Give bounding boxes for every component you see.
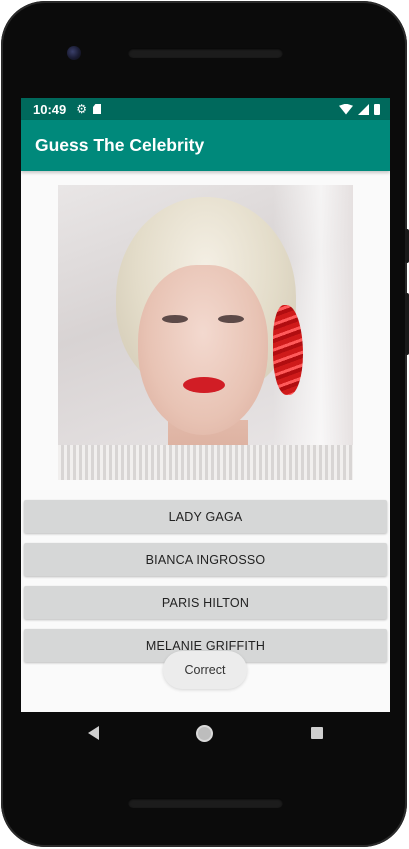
toast-message: Correct <box>163 651 247 689</box>
toast-text: Correct <box>184 663 226 677</box>
volume-button <box>405 293 409 355</box>
bottom-speaker <box>128 798 283 808</box>
back-icon[interactable] <box>87 726 99 740</box>
front-camera-icon <box>67 46 81 60</box>
app-bar: Guess The Celebrity <box>21 120 390 171</box>
answer-button-1[interactable]: LADY GAGA <box>24 500 387 533</box>
navigation-bar <box>21 712 390 754</box>
answer-button-3[interactable]: PARIS HILTON <box>24 586 387 619</box>
phone-frame: 10:49 ⚙ Guess The Celebrity LADY GAGA BI… <box>1 1 409 847</box>
wifi-icon <box>339 103 353 115</box>
screen: 10:49 ⚙ Guess The Celebrity LADY GAGA BI… <box>21 98 390 712</box>
photo-face <box>138 265 268 435</box>
home-icon[interactable] <box>196 724 214 742</box>
photo-eye-left <box>162 315 188 323</box>
signal-icon <box>358 103 369 115</box>
recents-icon[interactable] <box>311 727 324 739</box>
status-time: 10:49 <box>33 101 67 117</box>
answer-button-2[interactable]: BIANCA INGROSSO <box>24 543 387 576</box>
settings-icon: ⚙ <box>76 102 88 116</box>
app-title: Guess The Celebrity <box>35 135 205 155</box>
sd-card-icon <box>93 104 102 114</box>
photo-eye-right <box>218 315 244 323</box>
celebrity-photo <box>58 185 353 480</box>
earpiece-speaker <box>128 48 283 58</box>
photo-dress <box>58 445 353 480</box>
photo-lips <box>183 377 225 393</box>
power-button <box>405 229 409 263</box>
battery-icon <box>374 103 380 115</box>
status-right-icons <box>339 103 380 115</box>
status-bar: 10:49 ⚙ <box>21 98 390 120</box>
